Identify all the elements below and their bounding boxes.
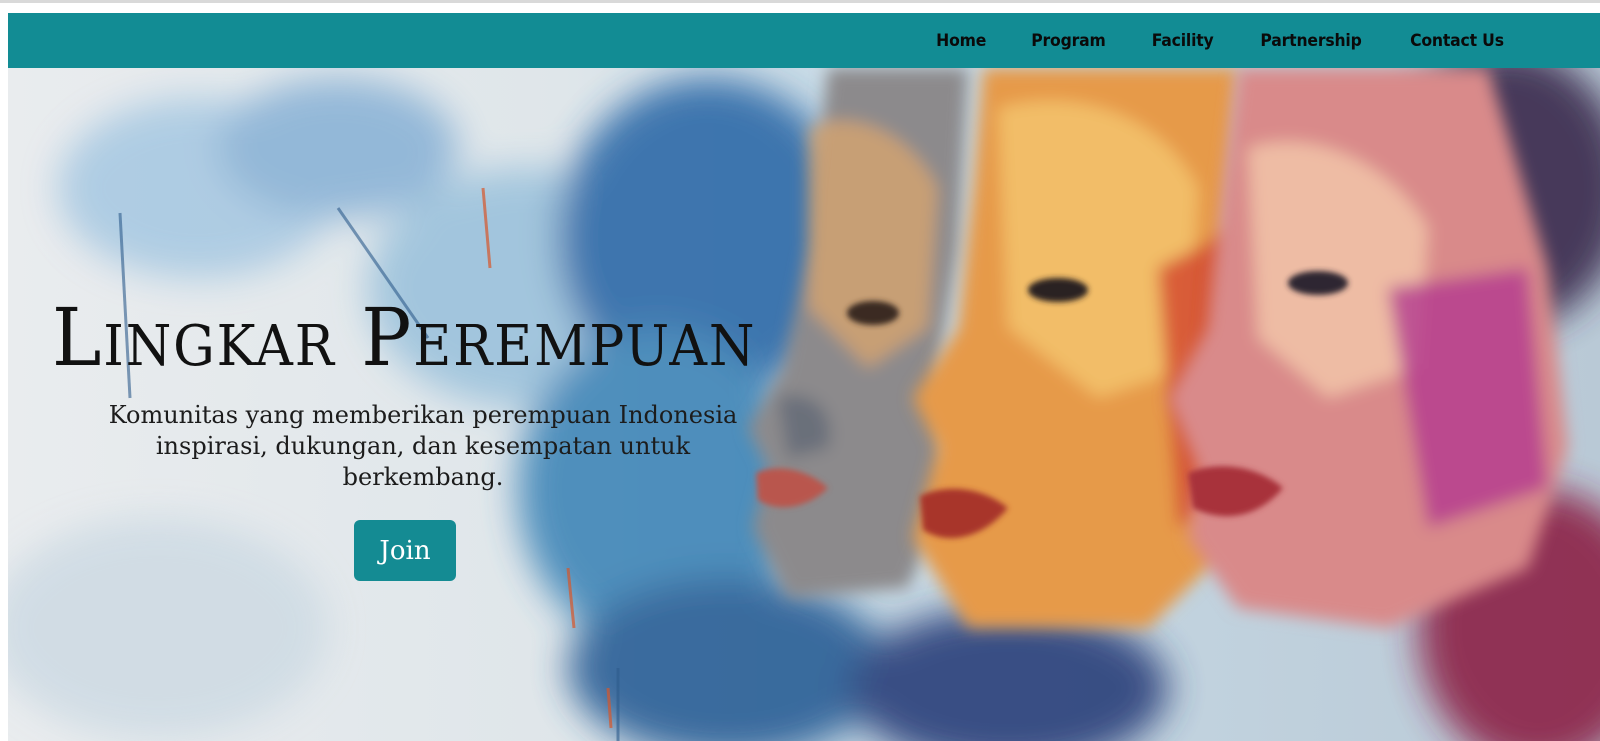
hero-section: Lingkar Perempuan Komunitas yang memberi… <box>8 68 1600 741</box>
hero-subtitle: Komunitas yang memberikan perempuan Indo… <box>78 400 768 493</box>
nav-program[interactable]: Program <box>1031 31 1106 51</box>
window-top-strip <box>0 0 1600 13</box>
hero-subtitle-line-1: Komunitas yang memberikan perempuan Indo… <box>108 401 738 429</box>
nav-home[interactable]: Home <box>936 31 986 51</box>
nav-partnership[interactable]: Partnership <box>1260 31 1361 51</box>
hero-title: Lingkar Perempuan <box>52 291 757 384</box>
top-navbar: Home Program Facility Partnership Contac… <box>8 13 1600 68</box>
nav-facility[interactable]: Facility <box>1151 31 1213 51</box>
hero-subtitle-line-2: inspirasi, dukungan, dan kesempatan untu… <box>155 432 691 491</box>
nav-contact-us[interactable]: Contact Us <box>1410 31 1504 51</box>
join-button[interactable]: Join <box>354 520 456 581</box>
